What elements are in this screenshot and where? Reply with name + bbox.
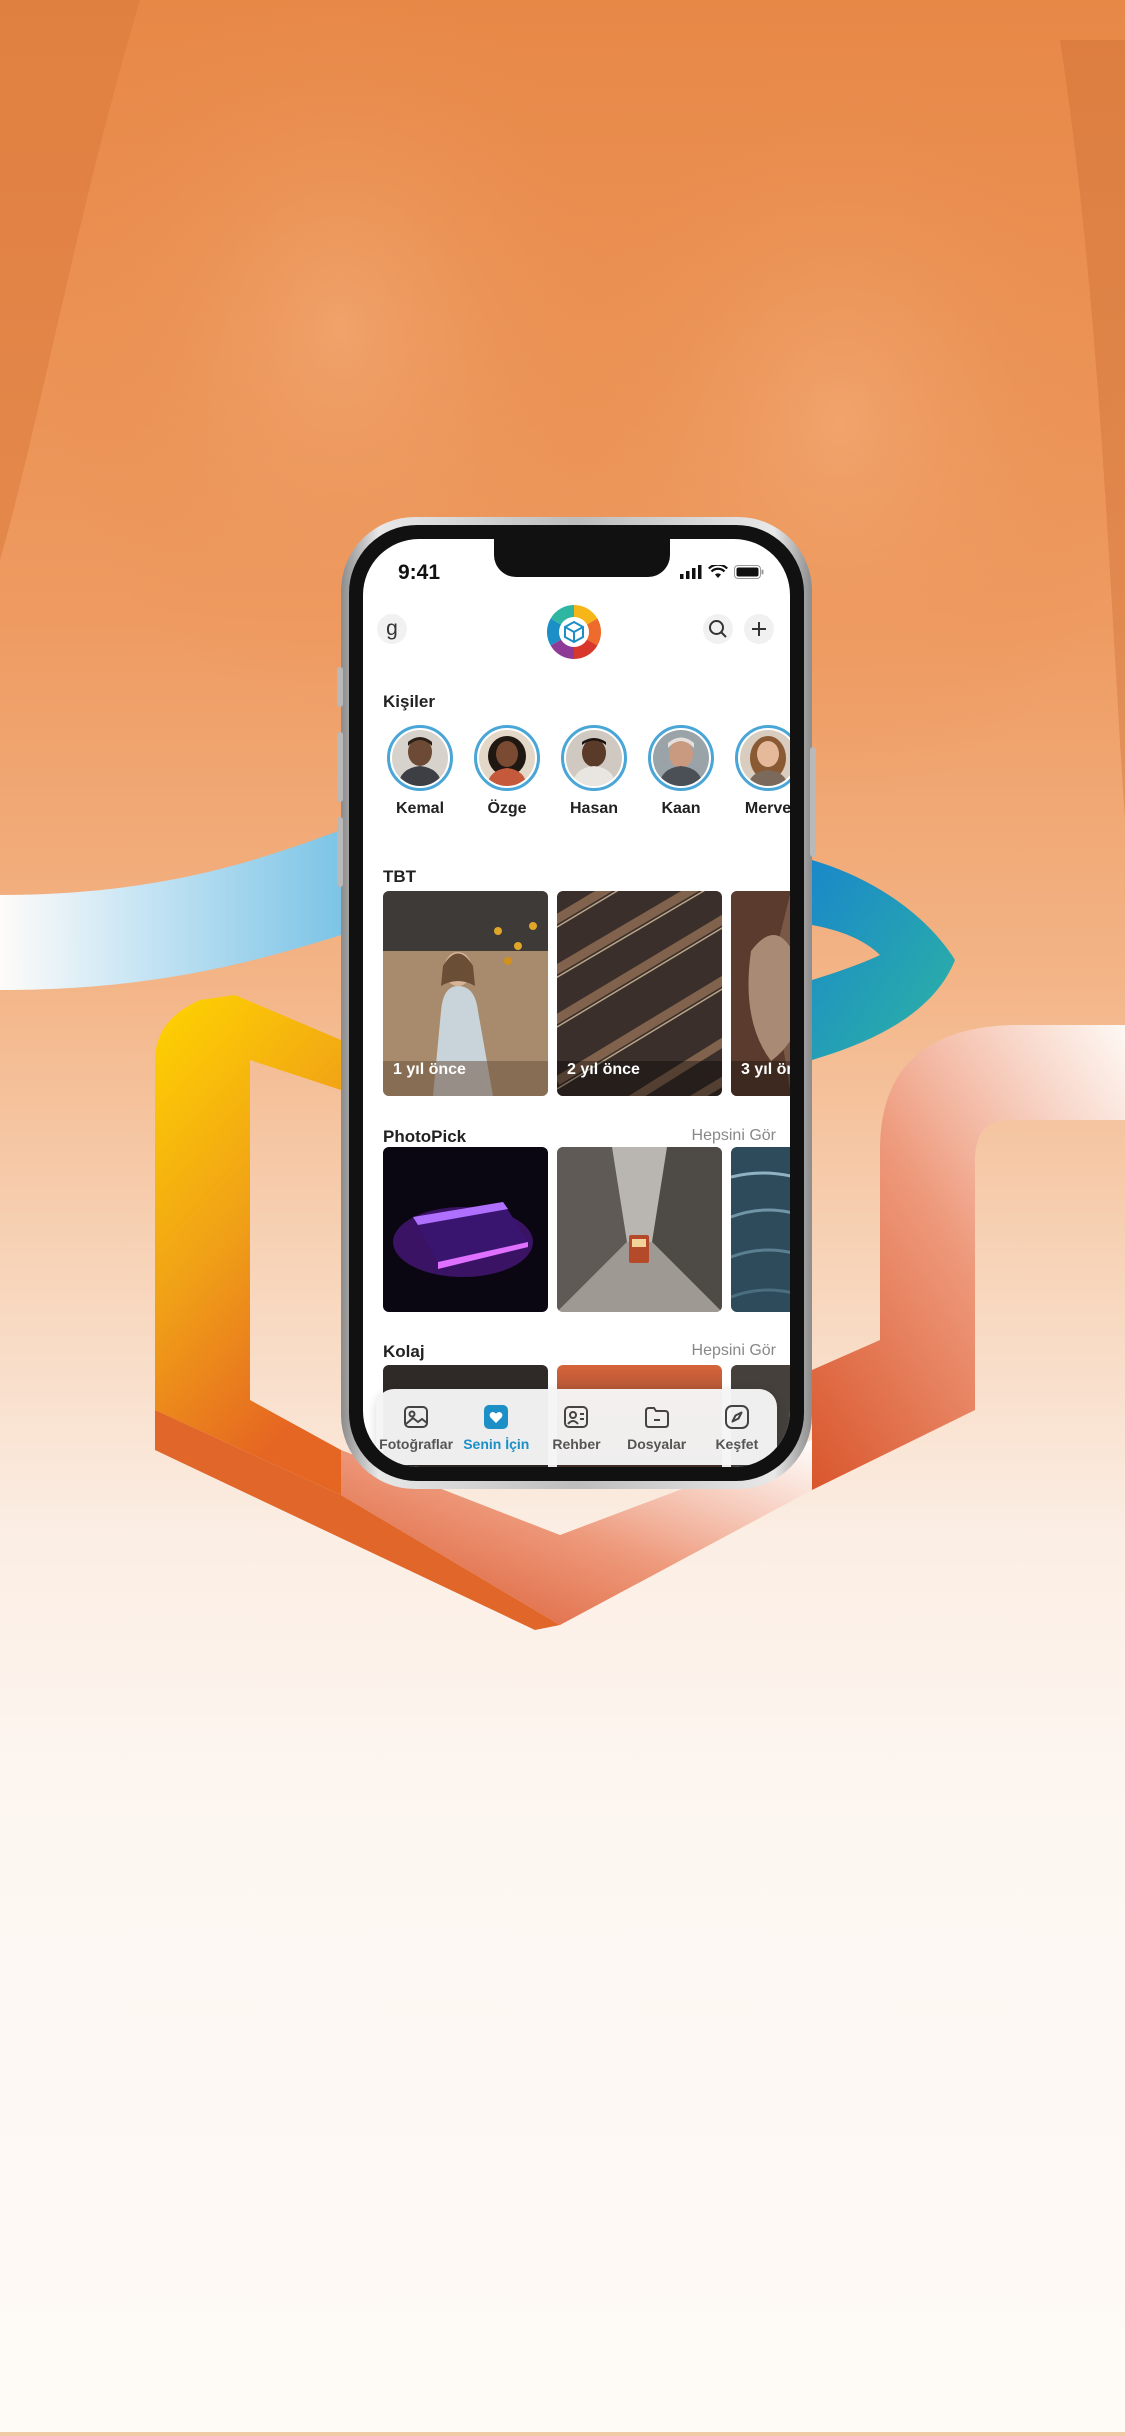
tab-photos[interactable]: Fotoğraflar (376, 1402, 456, 1452)
tab-label: Rehber (552, 1436, 601, 1452)
tbt-section-title: TBT (383, 867, 417, 886)
app-screen: 9:41 g Kişiler Kemal Özge Hasan Kaan Mer… (363, 539, 790, 1467)
avatar (474, 725, 540, 791)
search-icon (709, 620, 727, 638)
people-section-title: Kişiler (383, 692, 435, 711)
contacts-icon (564, 1406, 589, 1428)
photopick-card[interactable] (557, 1147, 722, 1312)
profile-button[interactable]: g (377, 614, 407, 644)
plus-icon (752, 622, 766, 636)
tbt-card-label: 3 yıl önce (741, 1061, 790, 1078)
app-header: g (363, 553, 790, 715)
promo-page: 9:41 g Kişiler Kemal Özge Hasan Kaan Mer… (0, 0, 1125, 2436)
signal-icon (680, 565, 702, 579)
person-silhouette-icon (572, 738, 616, 786)
person-item[interactable]: Kemal (383, 725, 457, 818)
profile-initial: g (386, 617, 398, 640)
person-name: Kemal (395, 800, 445, 817)
power-button (810, 747, 816, 857)
person-item[interactable]: Özge (470, 725, 544, 818)
status-time: 9:41 (398, 561, 441, 584)
mute-switch (337, 667, 343, 707)
tbt-card-label: 2 yıl önce (567, 1061, 640, 1078)
person-name: Özge (487, 800, 527, 817)
person-silhouette-icon (748, 736, 788, 786)
photopick-photo (383, 1147, 548, 1312)
photopick-see-all-link[interactable]: Hepsini Gör (692, 1127, 776, 1145)
person-name: Merve (744, 800, 790, 817)
person-name: Kaan (661, 800, 701, 817)
volume-up-button (337, 732, 343, 802)
folder-icon (644, 1407, 669, 1428)
avatar (735, 725, 790, 791)
compass-icon (724, 1405, 749, 1429)
person-item[interactable]: Merve (731, 725, 790, 818)
notch (494, 539, 670, 577)
people-list: Kemal Özge Hasan Kaan Merve (383, 725, 790, 818)
photopick-photo (557, 1147, 722, 1312)
person-name: Hasan (569, 800, 619, 817)
phone-mockup: 9:41 g Kişiler Kemal Özge Hasan Kaan Mer… (337, 517, 816, 1489)
tbt-card[interactable]: 1 yıl önce (383, 891, 548, 1096)
heart-icon (484, 1405, 509, 1429)
kolaj-section-title: Kolaj (383, 1342, 425, 1361)
person-silhouette-icon (398, 737, 442, 786)
search-button[interactable] (703, 614, 733, 644)
avatar (648, 725, 714, 791)
tab-label: Dosyalar (627, 1436, 687, 1452)
app-logo-icon[interactable] (543, 601, 605, 663)
photopick-card[interactable] (731, 1147, 790, 1312)
photopick-row (383, 1147, 790, 1312)
tbt-card[interactable]: 3 yıl önce (731, 891, 790, 1096)
tab-explore[interactable]: Keşfet (697, 1402, 777, 1452)
tbt-card-label: 1 yıl önce (393, 1061, 466, 1078)
person-silhouette-icon (487, 736, 527, 786)
tab-contacts[interactable]: Rehber (536, 1402, 616, 1452)
battery-icon (734, 565, 764, 579)
wifi-icon (708, 565, 728, 578)
tab-bar: Fotoğraflar Senin İçin Rehber Dosyalar K… (376, 1389, 777, 1465)
tab-label: Keşfet (715, 1436, 759, 1452)
photopick-photo (731, 1147, 790, 1312)
status-icons (680, 565, 764, 579)
tbt-card[interactable]: 2 yıl önce (557, 891, 722, 1096)
photopick-section-title: PhotoPick (383, 1127, 467, 1146)
avatar (561, 725, 627, 791)
photo-icon (404, 1406, 429, 1428)
tab-label: Fotoğraflar (379, 1436, 454, 1452)
volume-down-button (337, 817, 343, 887)
bottom-divider (0, 2432, 1125, 2436)
tab-label: Senin İçin (463, 1436, 530, 1452)
tab-for-you[interactable]: Senin İçin (456, 1402, 536, 1452)
photopick-card[interactable] (383, 1147, 548, 1312)
avatar (387, 725, 453, 791)
kolaj-see-all-link[interactable]: Hepsini Gör (692, 1342, 776, 1360)
tbt-row: 1 yıl önce 2 yıl önce 3 yıl ö (383, 891, 790, 1096)
person-item[interactable]: Hasan (557, 725, 631, 818)
person-silhouette-icon (659, 737, 703, 786)
tab-files[interactable]: Dosyalar (617, 1402, 697, 1452)
person-item[interactable]: Kaan (644, 725, 718, 818)
add-button[interactable] (744, 614, 774, 644)
